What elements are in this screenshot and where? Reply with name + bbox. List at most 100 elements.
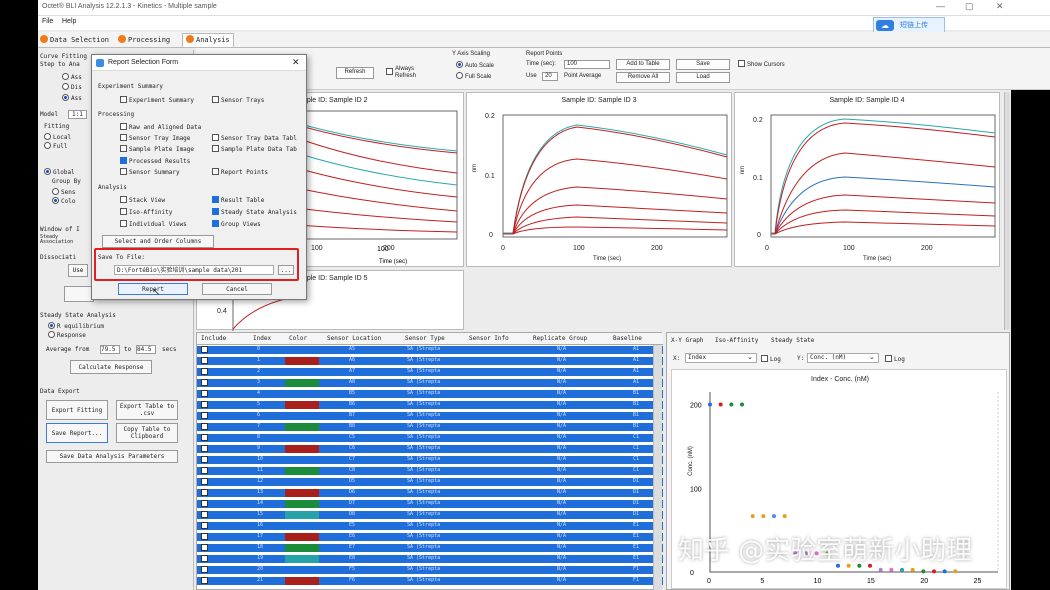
chk-sensor-tray-image[interactable]: Sensor Tray Image [120, 134, 190, 142]
always-refresh-checkbox[interactable]: Always Refresh [386, 66, 425, 80]
table-row[interactable]: 13 D6 SA (Strepta N/A D1 [197, 489, 663, 497]
show-cursors-checkbox[interactable]: Show Cursors [738, 60, 785, 68]
tab-steady-state[interactable]: Steady State [771, 337, 814, 344]
table-row[interactable]: 1 A6 SA (Strepta N/A A1 [197, 357, 663, 365]
table-row[interactable]: 15 D8 SA (Strepta N/A D1 [197, 511, 663, 519]
tab-xy-graph[interactable]: X-Y Graph [671, 337, 704, 344]
table-row[interactable]: 3 A8 SA (Strepta N/A A1 [197, 379, 663, 387]
chk-sensor-trays[interactable]: Sensor Trays [212, 96, 264, 104]
add-to-table-button[interactable]: Add to Table [616, 59, 670, 70]
close-icon[interactable]: ✕ [996, 1, 1004, 12]
include-checkbox[interactable] [201, 478, 208, 485]
include-checkbox[interactable] [201, 357, 208, 364]
table-row[interactable]: 14 D7 SA (Strepta N/A D1 [197, 500, 663, 508]
col-sensor-location[interactable]: Sensor Location [327, 335, 381, 342]
table-row[interactable]: 20 F5 SA (Strepta N/A F1 [197, 566, 663, 574]
save-analysis-params-button[interactable]: Save Data Analysis Parameters [46, 450, 178, 463]
table-row[interactable]: 11 C8 SA (Strepta N/A C1 [197, 467, 663, 475]
table-row[interactable]: 19 E8 SA (Strepta N/A E1 [197, 555, 663, 563]
group-radio-sensor[interactable]: Sens [52, 188, 75, 196]
chk-stack-view[interactable]: Stack View [120, 196, 165, 204]
y-log-checkbox[interactable]: Log [885, 355, 905, 363]
save-report-button[interactable]: Save Report... [46, 423, 108, 443]
avg-from-input[interactable]: 79.5 [100, 345, 120, 354]
x-log-checkbox[interactable]: Log [761, 355, 781, 363]
table-row[interactable]: 17 E6 SA (Strepta N/A E1 [197, 533, 663, 541]
table-row[interactable]: 5 B6 SA (Strepta N/A B1 [197, 401, 663, 409]
chk-steady-state[interactable]: Steady State Analysis [212, 208, 297, 216]
graph-sample-id-4[interactable]: Sample ID: Sample ID 4 0.2 0.1 0 nm 0 10… [734, 92, 1000, 267]
include-checkbox[interactable] [201, 456, 208, 463]
menu-file[interactable]: File [42, 18, 53, 25]
col-sensor-info[interactable]: Sensor Info [469, 335, 509, 342]
full-scale-radio[interactable]: Full Scale [456, 72, 491, 80]
fitting-radio-full[interactable]: Full [44, 142, 67, 150]
table-row[interactable]: 21 F6 SA (Strepta N/A F1 [197, 577, 663, 585]
include-checkbox[interactable] [201, 412, 208, 419]
table-row[interactable]: 0 A5 SA (Strepta N/A A1 [197, 346, 663, 354]
table-row[interactable]: 9 C6 SA (Strepta N/A C1 [197, 445, 663, 453]
remove-all-button[interactable]: Remove All [616, 72, 670, 83]
maximize-icon[interactable]: ▢ [965, 1, 974, 12]
include-checkbox[interactable] [201, 467, 208, 474]
include-checkbox[interactable] [201, 401, 208, 408]
ssa-radio-response[interactable]: Response [48, 331, 86, 339]
minimize-icon[interactable]: — [936, 1, 945, 11]
include-checkbox[interactable] [201, 555, 208, 562]
table-row[interactable]: 10 C7 SA (Strepta N/A C1 [197, 456, 663, 464]
copy-table-clipboard-button[interactable]: Copy Table to Clipboard [116, 423, 178, 443]
fitting-radio-global[interactable]: Global [44, 168, 75, 176]
include-checkbox[interactable] [201, 423, 208, 430]
col-index[interactable]: Index [253, 335, 271, 342]
tab-processing[interactable]: Processing [118, 35, 170, 44]
auto-scale-radio[interactable]: Auto Scale [456, 61, 494, 69]
chk-raw-aligned[interactable]: Raw and Aligned Data [120, 123, 201, 131]
col-baseline[interactable]: Baseline [613, 335, 642, 342]
include-checkbox[interactable] [201, 445, 208, 452]
ssa-radio-requilibrium[interactable]: R equilibrium [48, 322, 104, 330]
table-row[interactable]: 18 E7 SA (Strepta N/A E1 [197, 544, 663, 552]
include-checkbox[interactable] [201, 379, 208, 386]
fitting-radio-local[interactable]: Local [44, 133, 71, 141]
include-checkbox[interactable] [201, 533, 208, 540]
avg-to-input[interactable]: 84.5 [136, 345, 156, 354]
group-radio-color[interactable]: Colo [52, 197, 75, 205]
chk-sample-plate-image[interactable]: Sample Plate Image [120, 145, 194, 153]
calculate-response-button[interactable]: Calculate Response [70, 360, 152, 374]
export-fitting-button[interactable]: Export Fitting [46, 400, 108, 420]
include-checkbox[interactable] [201, 511, 208, 518]
table-row[interactable]: 2 A7 SA (Strepta N/A A1 [197, 368, 663, 376]
select-order-columns-button[interactable]: Select and Order Columns [102, 235, 214, 248]
table-row[interactable]: 12 D5 SA (Strepta N/A D1 [197, 478, 663, 486]
blank-button[interactable] [64, 286, 94, 302]
table-row[interactable]: 4 B5 SA (Strepta N/A B1 [197, 390, 663, 398]
chk-report-points[interactable]: Report Points [212, 168, 268, 176]
col-sensor-type[interactable]: Sensor Type [405, 335, 445, 342]
include-checkbox[interactable] [201, 577, 208, 584]
step-radio-assoc-dissoc[interactable]: Ass [62, 94, 82, 102]
chk-iso-affinity[interactable]: Iso-Affinity [120, 208, 172, 216]
include-checkbox[interactable] [201, 434, 208, 441]
load-points-button[interactable]: Load [676, 72, 730, 83]
include-checkbox[interactable] [201, 489, 208, 496]
col-include[interactable]: Include [201, 335, 226, 342]
save-points-button[interactable]: Save [676, 59, 730, 70]
include-checkbox[interactable] [201, 390, 208, 397]
include-checkbox[interactable] [201, 346, 208, 353]
table-row[interactable]: 7 B8 SA (Strepta N/A B1 [197, 423, 663, 431]
export-table-csv-button[interactable]: Export Table to .csv [116, 400, 178, 420]
time-sec-input[interactable]: 100 [564, 60, 610, 69]
include-checkbox[interactable] [201, 566, 208, 573]
chk-sensor-tray-data[interactable]: Sensor Tray Data Tabl [212, 134, 297, 142]
dialog-close-icon[interactable]: ✕ [292, 57, 300, 68]
col-color[interactable]: Color [289, 335, 307, 342]
table-row[interactable]: 8 C5 SA (Strepta N/A C1 [197, 434, 663, 442]
menu-help[interactable]: Help [62, 18, 76, 25]
include-checkbox[interactable] [201, 544, 208, 551]
include-checkbox[interactable] [201, 368, 208, 375]
col-replicate-group[interactable]: Replicate Group [533, 335, 587, 342]
table-scrollbar[interactable] [653, 345, 662, 590]
include-checkbox[interactable] [201, 500, 208, 507]
refresh-button[interactable]: Refresh [336, 67, 374, 79]
include-checkbox[interactable] [201, 522, 208, 529]
